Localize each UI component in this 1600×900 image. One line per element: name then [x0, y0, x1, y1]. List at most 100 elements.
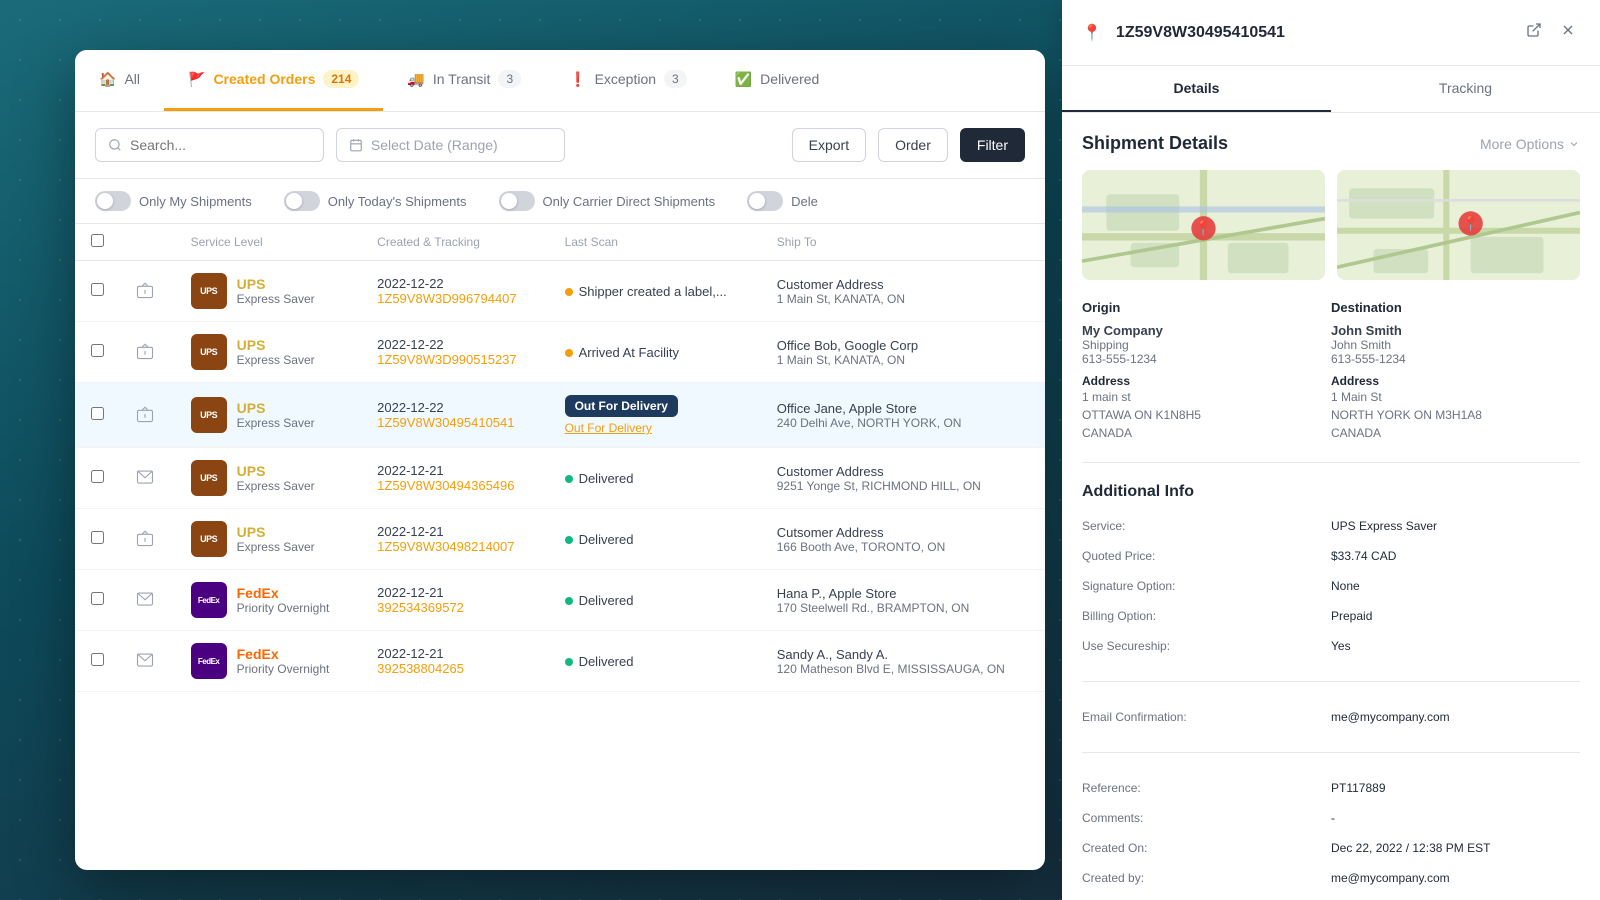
- col-icon: [120, 224, 175, 261]
- tab-tracking[interactable]: Tracking: [1331, 66, 1600, 112]
- more-options-button[interactable]: More Options: [1480, 136, 1580, 152]
- row-checkbox[interactable]: [91, 344, 104, 357]
- panel-tab-bar: Details Tracking: [1062, 66, 1600, 113]
- out-for-delivery-link[interactable]: Out For Delivery: [565, 421, 745, 435]
- panel-content: Shipment Details More Options: [1062, 113, 1600, 900]
- table-row[interactable]: UPS UPS Express Saver 2022-12-21 1Z59V8W…: [75, 448, 1045, 509]
- row-tracking-cell: 2022-12-22 1Z59V8W30495410541: [361, 383, 548, 448]
- row-checkbox[interactable]: [91, 407, 104, 420]
- carrier-name: FedEx: [237, 585, 330, 601]
- row-checkbox[interactable]: [91, 653, 104, 666]
- today-shipments-label: Only Today's Shipments: [328, 194, 467, 209]
- filter-button[interactable]: Filter: [960, 128, 1025, 162]
- scan-dot: [565, 597, 573, 605]
- carrier-service: Express Saver: [237, 353, 315, 367]
- table-row[interactable]: FedEx FedEx Priority Overnight 2022-12-2…: [75, 570, 1045, 631]
- table-row[interactable]: UPS UPS Express Saver 2022-12-22 1Z59V8W…: [75, 322, 1045, 383]
- row-checkbox-cell: [75, 509, 120, 570]
- row-service-cell: FedEx FedEx Priority Overnight: [175, 631, 362, 692]
- row-checkbox[interactable]: [91, 531, 104, 544]
- created-date: 2022-12-21: [377, 524, 532, 539]
- tab-in-transit[interactable]: 🚚 In Transit 3: [383, 50, 545, 111]
- info-grid: Service:UPS Express SaverQuoted Price:$3…: [1082, 515, 1580, 889]
- carrier-service: Priority Overnight: [237, 601, 330, 615]
- carrier-info: UPS Express Saver: [237, 400, 315, 430]
- scan-status: Delivered: [579, 532, 634, 547]
- order-button[interactable]: Order: [878, 128, 948, 162]
- tab-details[interactable]: Details: [1062, 66, 1331, 112]
- today-shipments-toggle[interactable]: [284, 191, 320, 211]
- scan-status: Delivered: [579, 654, 634, 669]
- row-checkbox-cell: [75, 383, 120, 448]
- carrier-logo: FedEx: [191, 582, 227, 618]
- tab-delivered[interactable]: ✅ Delivered: [711, 50, 844, 111]
- export-button[interactable]: Export: [792, 128, 866, 162]
- scan-status: Delivered: [579, 593, 634, 608]
- tab-bar: 🏠 All 🚩 Created Orders 214 🚚 In Transit …: [75, 50, 1045, 112]
- table-row[interactable]: UPS UPS Express Saver 2022-12-22 1Z59V8W…: [75, 261, 1045, 322]
- scan-dot: [565, 475, 573, 483]
- tracking-number[interactable]: 1Z59V8W3D996794407: [377, 291, 532, 306]
- dele-toggle[interactable]: [747, 191, 783, 211]
- scan-dot: [565, 658, 573, 666]
- destination-section: Destination John Smith John Smith 613-55…: [1331, 300, 1580, 442]
- tracking-number[interactable]: 1Z59V8W30494365496: [377, 478, 532, 493]
- scan-status: Arrived At Facility: [579, 345, 679, 360]
- search-input[interactable]: [130, 137, 311, 153]
- row-checkbox-cell: [75, 570, 120, 631]
- table-row[interactable]: FedEx FedEx Priority Overnight 2022-12-2…: [75, 631, 1045, 692]
- tracking-number[interactable]: 1Z59V8W30495410541: [377, 415, 532, 430]
- my-shipments-toggle[interactable]: [95, 191, 131, 211]
- shipments-table-container: Service Level Created & Tracking Last Sc…: [75, 224, 1045, 844]
- location-pin-icon: 📍: [1082, 23, 1102, 43]
- row-checkbox[interactable]: [91, 283, 104, 296]
- scan-dot: [565, 536, 573, 544]
- tracking-number[interactable]: 392538804265: [377, 661, 532, 676]
- carrier-info: UPS Express Saver: [237, 337, 315, 367]
- close-panel-button[interactable]: [1556, 18, 1580, 47]
- row-icon-cell: [120, 448, 175, 509]
- row-scan-cell: Delivered: [549, 509, 761, 570]
- panel-tracking-id: 1Z59V8W30495410541: [1116, 24, 1512, 42]
- carrier-info: FedEx Priority Overnight: [237, 646, 330, 676]
- shipment-detail-panel: 📍 1Z59V8W30495410541 Details Tracking Sh…: [1062, 0, 1600, 900]
- ship-to-addr: 9251 Yonge St, RICHMOND HILL, ON: [777, 479, 1029, 493]
- info-value: Prepaid: [1331, 605, 1580, 627]
- tab-all[interactable]: 🏠 All: [75, 50, 164, 111]
- select-all-checkbox[interactable]: [91, 234, 104, 247]
- carrier-direct-toggle[interactable]: [499, 191, 535, 211]
- row-checkbox[interactable]: [91, 470, 104, 483]
- maps-row: 📍 📍: [1082, 170, 1580, 280]
- carrier-cell: UPS UPS Express Saver: [191, 460, 346, 496]
- tracking-number[interactable]: 1Z59V8W30498214007: [377, 539, 532, 554]
- table-row[interactable]: UPS UPS Express Saver 2022-12-21 1Z59V8W…: [75, 509, 1045, 570]
- ship-to-name: Cutsomer Address: [777, 525, 1029, 540]
- tracking-number[interactable]: 1Z59V8W3D990515237: [377, 352, 532, 367]
- my-shipments-label: Only My Shipments: [139, 194, 252, 209]
- date-range-container[interactable]: Select Date (Range): [336, 128, 565, 162]
- carrier-cell: FedEx FedEx Priority Overnight: [191, 643, 346, 679]
- row-checkbox-cell: [75, 261, 120, 322]
- search-icon: [108, 138, 122, 152]
- row-scan-cell: Delivered: [549, 448, 761, 509]
- table-row[interactable]: UPS UPS Express Saver 2022-12-22 1Z59V8W…: [75, 383, 1045, 448]
- origin-label: Origin: [1082, 300, 1331, 315]
- ship-to-addr: 166 Booth Ave, TORONTO, ON: [777, 540, 1029, 554]
- created-date: 2022-12-21: [377, 463, 532, 478]
- ship-to-name: Office Jane, Apple Store: [777, 401, 1029, 416]
- tracking-number[interactable]: 392534369572: [377, 600, 532, 615]
- tab-created-orders[interactable]: 🚩 Created Orders 214: [164, 50, 383, 111]
- additional-info-title: Additional Info: [1082, 483, 1580, 501]
- tab-exception[interactable]: ❗ Exception 3: [545, 50, 711, 111]
- carrier-service: Express Saver: [237, 292, 315, 306]
- external-link-button[interactable]: [1522, 18, 1546, 47]
- row-checkbox[interactable]: [91, 592, 104, 605]
- row-icon-cell: [120, 383, 175, 448]
- ship-to-addr: 1 Main St, KANATA, ON: [777, 292, 1029, 306]
- row-icon-cell: [120, 322, 175, 383]
- carrier-info: UPS Express Saver: [237, 524, 315, 554]
- ship-to-addr: 170 Steelwell Rd., BRAMPTON, ON: [777, 601, 1029, 615]
- row-service-cell: UPS UPS Express Saver: [175, 509, 362, 570]
- origin-address-label: Address: [1082, 374, 1331, 388]
- shipment-details-title: Shipment Details: [1082, 133, 1228, 154]
